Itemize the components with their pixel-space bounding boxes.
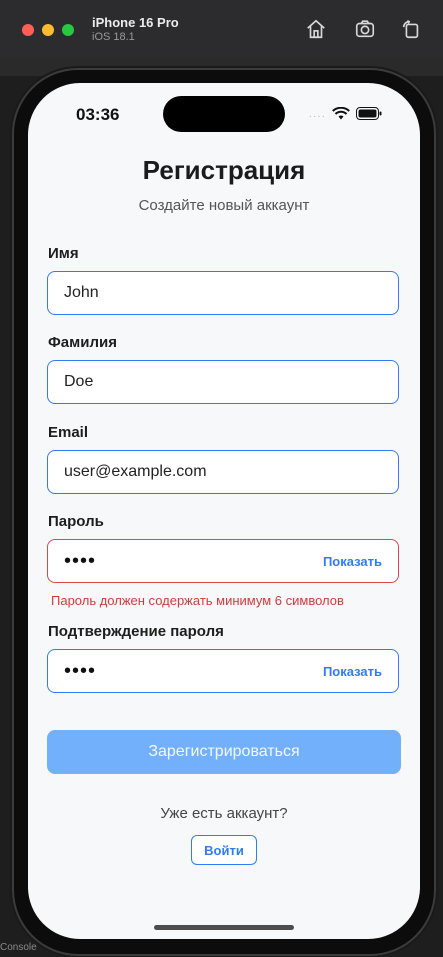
login-button[interactable]: Войти <box>191 835 257 865</box>
console-label: Console <box>0 942 37 953</box>
confirm-password-label: Подтверждение пароля <box>48 623 224 640</box>
page-title: Регистрация <box>142 155 306 185</box>
status-icons: ···· <box>308 106 382 125</box>
battery-icon <box>356 107 382 125</box>
password-label: Пароль <box>48 513 104 530</box>
email-input[interactable]: user@example.com <box>47 450 399 494</box>
screenshot-icon[interactable] <box>354 18 376 40</box>
rotate-icon[interactable] <box>400 18 422 40</box>
dynamic-island <box>163 96 285 132</box>
first-name-input[interactable]: John <box>47 271 399 315</box>
home-indicator[interactable] <box>154 925 294 930</box>
register-button[interactable]: Зарегистрироваться <box>47 730 401 774</box>
last-name-value: Doe <box>64 373 94 390</box>
password-show-toggle[interactable]: Показать <box>323 554 382 569</box>
status-time: 03:36 <box>76 105 120 124</box>
confirm-password-value: •••• <box>64 659 97 682</box>
close-window-button[interactable] <box>22 24 34 36</box>
last-name-input[interactable]: Doe <box>47 360 399 404</box>
phone-screen: 03:36 ···· Регистрация Создайте новый ак… <box>28 83 420 939</box>
password-input[interactable]: •••• Показать <box>47 539 399 583</box>
device-name: iPhone 16 Pro <box>92 15 179 30</box>
first-name-value: John <box>64 284 99 301</box>
email-label: Email <box>48 424 89 441</box>
confirm-password-show-toggle[interactable]: Показать <box>323 664 382 679</box>
first-name-label: Имя <box>48 245 79 262</box>
confirm-password-input[interactable]: •••• Показать <box>47 649 399 693</box>
home-icon[interactable] <box>305 18 327 40</box>
minimize-window-button[interactable] <box>42 24 54 36</box>
wifi-icon <box>332 106 350 125</box>
password-error-message: Пароль должен содержать минимум 6 символ… <box>51 593 344 608</box>
have-account-text: Уже есть аккаунт? <box>160 805 288 822</box>
last-name-label: Фамилия <box>48 334 117 351</box>
device-os-version: iOS 18.1 <box>92 31 135 43</box>
simulator-titlebar: iPhone 16 Pro iOS 18.1 <box>0 0 443 59</box>
page-subtitle: Создайте новый аккаунт <box>138 197 310 214</box>
signal-dots-icon: ···· <box>308 110 326 122</box>
password-value: •••• <box>64 549 97 572</box>
email-value: user@example.com <box>64 463 207 480</box>
simulator-window: iPhone 16 Pro iOS 18.1 Console 03:36 ···… <box>0 0 443 957</box>
zoom-window-button[interactable] <box>62 24 74 36</box>
